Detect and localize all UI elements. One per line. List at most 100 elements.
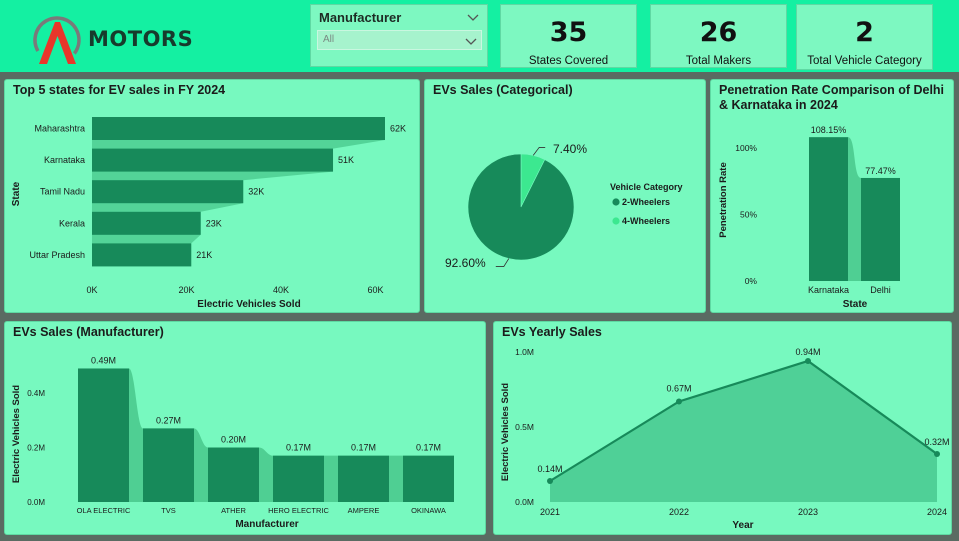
category-label: Karnataka: [808, 285, 849, 295]
kpi-states-covered: 35 States Covered: [500, 4, 637, 68]
manufacturer-chart: 0.49M OLA ELECTRIC 0.27M TVS 0.20M ATHER 0.17M…: [11, 355, 454, 530]
x-tick-label: 0K: [86, 285, 97, 295]
category-label: HERO ELECTRIC: [268, 506, 329, 515]
legend-marker: [612, 198, 620, 206]
bar-delhi: [861, 177, 900, 281]
penetration-chart: 108.15% Karnataka 77.47% Delhi 0% 50% 100% Stat…: [718, 125, 900, 310]
category-label: Maharashtra: [34, 124, 85, 134]
y-tick-label: 1.0M: [515, 347, 534, 357]
category-label: OLA ELECTRIC: [77, 506, 131, 515]
x-tick-label: 2024: [927, 507, 947, 517]
category-label: ATHER: [221, 506, 246, 515]
bar-ather: [208, 447, 259, 502]
bar-uttar-pradesh: [92, 243, 192, 267]
kpi-label: Total Vehicle Category: [807, 55, 922, 67]
chevron-down-icon[interactable]: [465, 35, 477, 47]
data-label: 62K: [390, 124, 406, 134]
x-tick-label: 60K: [368, 285, 384, 295]
data-point: [934, 451, 940, 457]
x-axis-label: Manufacturer: [235, 519, 298, 530]
y-tick-label: 0.4M: [27, 389, 45, 398]
slicer-title: Manufacturer: [319, 10, 402, 25]
y-tick-label: 100%: [735, 143, 757, 153]
dropdown-value: All: [323, 34, 335, 45]
data-label: 0.14M: [537, 464, 562, 474]
kpi-total-makers: 26 Total Makers: [650, 4, 787, 68]
category-label: Delhi: [870, 285, 891, 295]
legend-marker: [612, 217, 620, 225]
brand-name: MOTORS: [88, 27, 194, 51]
x-tick-label: 2023: [798, 507, 818, 517]
y-axis-label: Electric Vehicles Sold: [500, 383, 511, 481]
data-label: 0.27M: [156, 415, 181, 425]
bar-okinawa: [403, 455, 454, 502]
legend-label: 4-Wheelers: [622, 216, 670, 226]
x-tick-label: 2021: [540, 507, 560, 517]
y-tick-label: 0.0M: [27, 498, 45, 507]
x-tick-label: 2022: [669, 507, 689, 517]
data-point: [547, 478, 553, 484]
bar-maharashtra: [92, 117, 385, 140]
leader-line: [495, 258, 510, 267]
data-label: 51K: [338, 155, 354, 165]
kpi-label: States Covered: [528, 55, 609, 67]
category-pie-chart: 7.40% 92.60% Vehicle Category 2-Wheelers 4-W…: [445, 142, 683, 270]
top5-states-chart: 62K Maharashtra 51K Karnataka 32K Tamil Nadu 2…: [11, 117, 406, 310]
slice-label: 7.40%: [553, 142, 587, 156]
category-label: OKINAWA: [411, 506, 446, 515]
x-axis-label: Electric Vehicles Sold: [197, 299, 300, 310]
data-label: 21K: [196, 250, 212, 260]
x-axis-label: State: [843, 299, 868, 310]
data-label: 108.15%: [811, 125, 847, 135]
data-label: 23K: [206, 218, 222, 228]
manufacturer-dropdown[interactable]: All: [317, 30, 482, 50]
category-sales-panel: EVs Sales (Categorical) 7.40% 92.60% Vehic…: [424, 79, 706, 313]
category-label: Tamil Nadu: [40, 187, 85, 197]
slice-label: 92.60%: [445, 256, 486, 270]
x-tick-label: 40K: [273, 285, 289, 295]
bar-tamil-nadu: [92, 180, 244, 204]
data-point: [805, 358, 811, 364]
y-tick-label: 0.0M: [515, 497, 534, 507]
data-label: 0.49M: [91, 355, 116, 365]
data-label: 0.17M: [416, 443, 441, 453]
data-label: 32K: [248, 187, 264, 197]
y-axis-label: Electric Vehicles Sold: [11, 385, 22, 483]
chevron-down-icon[interactable]: [467, 11, 479, 23]
category-label: AMPERE: [348, 506, 380, 515]
header-bar: MOTORS Manufacturer All 35 States Covere…: [0, 0, 959, 72]
bar-tvs: [143, 428, 194, 502]
data-label: 77.47%: [865, 166, 896, 176]
y-tick-label: 0.5M: [515, 422, 534, 432]
bar-karnataka: [809, 137, 848, 281]
data-point: [676, 398, 682, 405]
penetration-panel: Penetration Rate Comparison of Delhi & K…: [710, 79, 954, 313]
logo-icon: [33, 16, 81, 64]
bar-kerala: [92, 211, 201, 235]
brand-logo: MOTORS: [30, 14, 193, 66]
manufacturer-slicer[interactable]: Manufacturer All: [310, 4, 488, 67]
data-label: 0.17M: [286, 443, 311, 453]
category-label: Kerala: [59, 218, 85, 228]
bar-ola-electric: [78, 368, 129, 502]
y-tick-label: 0.2M: [27, 444, 45, 453]
kpi-total-vehicle-category: 2 Total Vehicle Category: [796, 4, 933, 70]
leader-line: [532, 147, 546, 156]
kpi-value: 35: [549, 17, 588, 48]
pie-slice-2-wheelers: [467, 153, 575, 261]
bar-karnataka: [92, 148, 334, 172]
y-axis-label: Penetration Rate: [718, 162, 729, 238]
kpi-label: Total Makers: [685, 55, 752, 67]
kpi-value: 2: [855, 17, 874, 48]
x-axis-label: Year: [732, 520, 753, 531]
y-tick-label: 50%: [740, 210, 757, 220]
legend-label: 2-Wheelers: [622, 197, 670, 207]
manufacturer-sales-panel: EVs Sales (Manufacturer) 0.49M OLA ELECTR…: [4, 321, 486, 535]
data-label: 0.20M: [221, 435, 246, 445]
y-tick-label: 0%: [745, 276, 758, 286]
bar-ampere: [338, 455, 389, 502]
bar-hero-electric: [273, 455, 324, 502]
data-label: 0.17M: [351, 443, 376, 453]
y-axis-label: State: [11, 181, 22, 206]
legend-title: Vehicle Category: [610, 182, 683, 192]
